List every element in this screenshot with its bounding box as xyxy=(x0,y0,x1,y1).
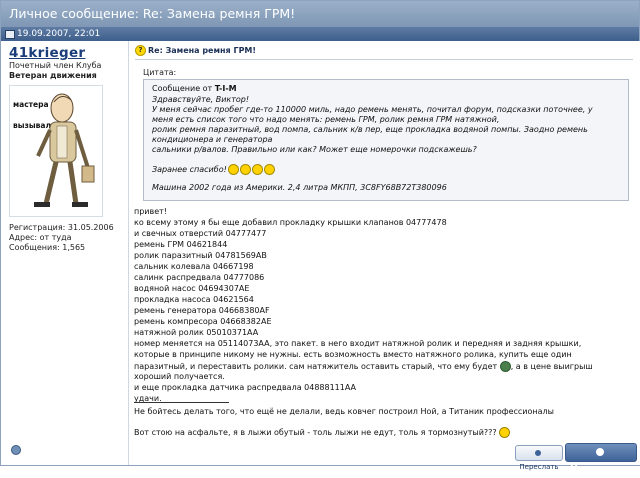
avatar-figure-icon xyxy=(34,93,95,207)
signature-divider xyxy=(134,402,229,403)
quote-icon xyxy=(595,447,604,456)
quote-line: ролик ремня паразитный, вод помпа, сальн… xyxy=(152,125,588,134)
quote-header: Сообщение от T-I-M xyxy=(152,84,237,93)
smiley-icon xyxy=(239,164,251,175)
quote-author: T-I-M xyxy=(214,84,237,93)
post-content: ? Re: Замена ремня ГРМ! Цитата: Сообщение… xyxy=(128,41,640,474)
author-address: Адрес: от туда xyxy=(9,233,72,242)
body-line: ролик паразитный 04781569AB xyxy=(134,251,267,260)
window-title: Личное сообщение: Re: Замена ремня ГРМ! xyxy=(9,6,296,21)
signature-line-2-text: Вот стою на асфальте, я в лыжи обутый - … xyxy=(134,428,497,437)
online-status-icon xyxy=(11,445,21,455)
question-icon: ? xyxy=(135,45,146,56)
body-line: водяной насос 04694307AE xyxy=(134,284,250,293)
avatar: мастера вызывали xyxy=(9,85,103,217)
body-line: номер меняется на 05114073AA, это пакет.… xyxy=(134,339,582,348)
quote-button[interactable]: Цитировать xyxy=(565,443,637,474)
body-line: ко всему этому я бы еще добавил прокладк… xyxy=(134,218,447,227)
author-group: Ветеран движения xyxy=(9,71,97,80)
quote-block: Сообщение от T-I-M Здравствуйте, Виктор!… xyxy=(143,79,629,201)
body-line: ремень ГРМ 04621844 xyxy=(134,240,228,249)
quote-line: У меня сейчас пробег где-то 110000 миль,… xyxy=(152,105,593,114)
quote-label: Цитата: xyxy=(143,68,177,77)
subject-divider xyxy=(135,59,633,60)
post-date-bar: 19.09.2007, 22:01 xyxy=(1,27,639,41)
post-subject: ? Re: Замена ремня ГРМ! xyxy=(135,45,256,56)
body-line: которые в принципе никому не нужны. есть… xyxy=(134,350,572,359)
body-line: натяжной ролик 05010371AA xyxy=(134,328,259,337)
quote-line: меня есть список того что надо менять: р… xyxy=(152,115,500,124)
quote-line: сальники р/валов. Правильно или как? Мож… xyxy=(152,145,477,154)
devil-smiley-icon xyxy=(499,361,511,372)
forward-button-label: Переслать xyxy=(519,463,559,471)
author-registration: Регистрация: 31.05.2006 xyxy=(9,223,114,232)
body-line: салинк распредвала 04777086 xyxy=(134,273,265,282)
smiley-icon xyxy=(227,164,239,175)
post-subject-text: Re: Замена ремня ГРМ! xyxy=(148,46,257,55)
title-bar: Личное сообщение: Re: Замена ремня ГРМ! xyxy=(1,1,639,27)
quote-line: Здравствуйте, Виктор! xyxy=(152,95,250,104)
quote-line: Машина 2002 года из Америки. 2,4 литра М… xyxy=(152,183,447,192)
author-username[interactable]: 41krieger xyxy=(9,45,85,61)
body-line-text: , а в цене выигрыш xyxy=(510,362,593,371)
author-panel: 41krieger Почетный член Клуба Ветеран дв… xyxy=(1,41,127,465)
author-messages: Сообщения: 1,565 xyxy=(9,243,86,252)
body-line: привет! xyxy=(134,207,168,216)
body-line: и еще прокладка датчика распредвала 0488… xyxy=(134,383,357,392)
body-line: паразитный, и переставить ролики. сам на… xyxy=(134,361,593,372)
quote-thanks-text: Заранее спасибо! xyxy=(152,165,227,174)
smiley-icon xyxy=(263,164,275,175)
body-line: сальник колевала 04667198 xyxy=(134,262,254,271)
body-line: ремень компресора 04668382AE xyxy=(134,317,272,326)
body-line: и свечных отверстий 04777477 xyxy=(134,229,267,238)
forward-icon xyxy=(534,450,541,456)
forward-button[interactable]: Переслать xyxy=(515,445,563,471)
signature-line-1: Не бойтесь делать того, что ещё не делал… xyxy=(134,407,554,416)
body-line: ремень генератора 04668380AF xyxy=(134,306,270,315)
body-line: хороший получается. xyxy=(134,372,225,381)
signature-line-2: Вот стою на асфальте, я в лыжи обутый - … xyxy=(134,427,511,438)
quote-thanks-line: Заранее спасибо! xyxy=(152,164,275,175)
message-window: Личное сообщение: Re: Замена ремня ГРМ! … xyxy=(0,0,640,474)
post-icon xyxy=(5,30,15,39)
smiley-icon xyxy=(251,164,263,175)
post-date: 19.09.2007, 22:01 xyxy=(17,29,101,39)
body-line: прокладка насоса 04621564 xyxy=(134,295,254,304)
quote-line: кондиционера и генератора xyxy=(152,135,273,144)
author-rank: Почетный член Клуба xyxy=(9,61,102,70)
body-line-text: паразитный, и переставить ролики. сам на… xyxy=(134,362,498,371)
wink-smiley-icon xyxy=(499,427,511,438)
quote-header-prefix: Сообщение от xyxy=(152,84,215,93)
